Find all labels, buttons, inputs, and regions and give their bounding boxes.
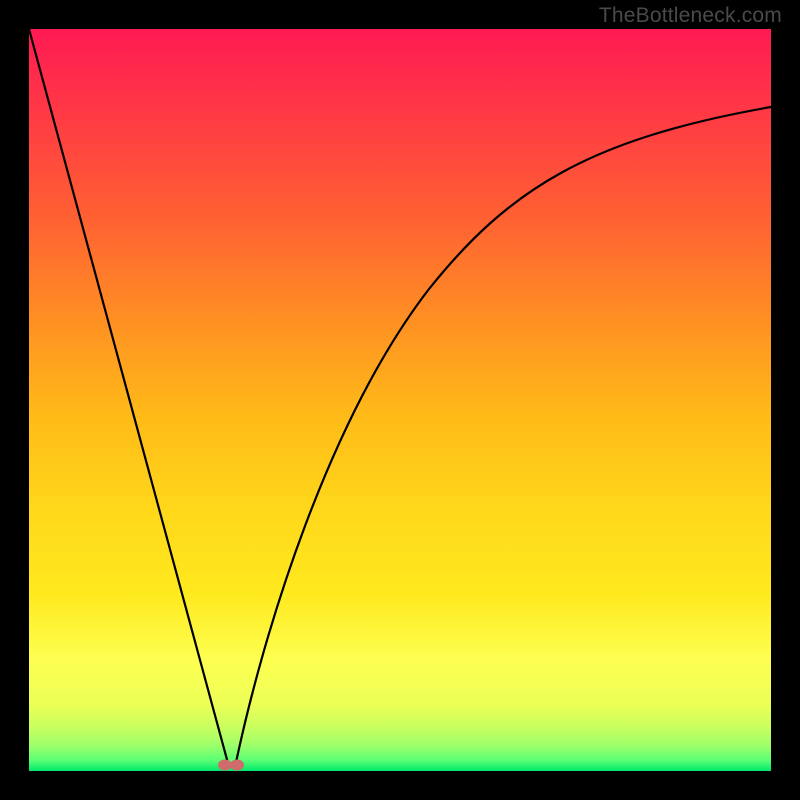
plot-area [29,29,771,771]
gradient-background [29,29,771,771]
chart-frame: TheBottleneck.com [0,0,800,800]
watermark-text: TheBottleneck.com [599,4,782,28]
